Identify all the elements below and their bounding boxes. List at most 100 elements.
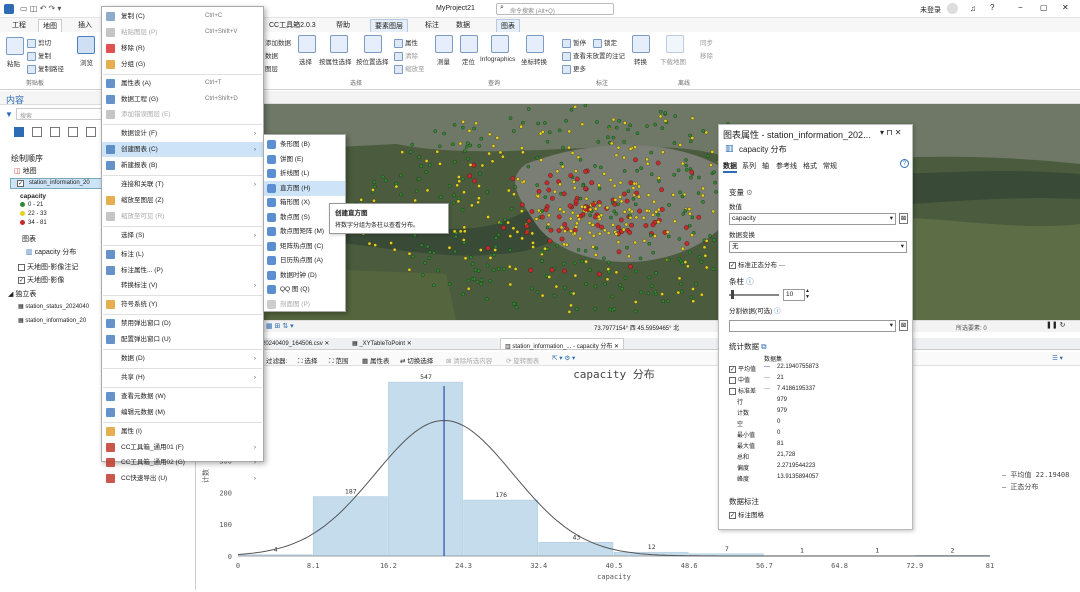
- offline-download-button[interactable]: 下载地图: [660, 56, 686, 66]
- list-by-source-icon[interactable]: [32, 127, 42, 137]
- attributes-button[interactable]: 属性: [394, 37, 418, 48]
- props-tab[interactable]: 参考线: [776, 161, 797, 171]
- clear-selection-button[interactable]: ⊠ 清除所选内容: [446, 355, 492, 365]
- context-menu-item[interactable]: 符号系统 (Y): [102, 297, 263, 312]
- tab-cc-toolbox[interactable]: CC工具箱2.0.3: [265, 19, 320, 31]
- props-tab[interactable]: 轴: [762, 161, 769, 171]
- view-tab-csv[interactable]: 20240409_164506.csv ✕: [262, 340, 329, 347]
- bins-stepper[interactable]: ▲▼: [805, 288, 810, 300]
- map-node[interactable]: ◫ 地图: [14, 166, 37, 176]
- data-button[interactable]: 数据: [265, 50, 278, 60]
- tab-labeling[interactable]: 标注: [421, 19, 443, 31]
- chart-menu-icon[interactable]: ☰ ▾: [1052, 354, 1063, 362]
- paste-button[interactable]: 粘贴: [7, 58, 20, 68]
- props-tab[interactable]: 数据: [723, 161, 737, 173]
- context-menu-item[interactable]: 转换标注 (V)›: [102, 278, 263, 293]
- bins-slider-handle[interactable]: [731, 290, 734, 299]
- context-menu-item[interactable]: 缩放至可见 (R): [102, 209, 263, 224]
- context-menu-item[interactable]: 共享 (H)›: [102, 370, 263, 385]
- infographics-button[interactable]: Infographics: [480, 56, 515, 63]
- avatar[interactable]: [947, 3, 958, 14]
- tab-insert[interactable]: 插入: [74, 19, 96, 31]
- list-by-editing-icon[interactable]: [68, 127, 78, 137]
- layer1-checkbox[interactable]: ✓: [17, 180, 24, 187]
- layer-button[interactable]: 图层: [265, 63, 278, 73]
- maximize-icon[interactable]: ▢: [1040, 3, 1048, 12]
- context-menu-item[interactable]: 数据 (D)›: [102, 351, 263, 366]
- chart-type-item[interactable]: 数据时钟 (D): [264, 268, 345, 283]
- select-button[interactable]: 选择: [299, 56, 312, 66]
- notification-icon[interactable]: ♫: [970, 4, 976, 13]
- view-unplaced-button[interactable]: 查看未放置的注记: [562, 50, 625, 61]
- table-station-status[interactable]: ▦ station_status_2024040: [18, 303, 89, 310]
- tab-chart[interactable]: 图表: [496, 19, 520, 33]
- list-by-snapping-icon[interactable]: [86, 127, 96, 137]
- bins-slider[interactable]: [729, 294, 779, 296]
- tab-project[interactable]: 工程: [8, 19, 30, 31]
- context-menu-item[interactable]: 选择 (S)›: [102, 228, 263, 243]
- context-menu-item[interactable]: 属性表 (A)Ctrl+T: [102, 76, 263, 91]
- paste-icon[interactable]: [6, 37, 24, 55]
- add-data-button[interactable]: 添加数据: [265, 37, 291, 47]
- locate-button[interactable]: 定位: [462, 56, 475, 66]
- context-menu-item[interactable]: 标注属性... (P): [102, 263, 263, 278]
- remove-offline-button[interactable]: 移除: [700, 50, 713, 60]
- context-menu-item[interactable]: 配置弹出窗口 (U): [102, 332, 263, 347]
- select-by-location-button[interactable]: 按位置选择: [356, 56, 389, 66]
- mean-row[interactable]: ✓平均值: [729, 364, 756, 373]
- convert-icon[interactable]: [632, 35, 650, 53]
- props-tab[interactable]: 系列: [742, 161, 756, 171]
- context-menu-item[interactable]: 数据工程 (G)Ctrl+Shift+D: [102, 92, 263, 107]
- filter-extent-button[interactable]: ⛶ 范围: [329, 355, 348, 366]
- context-menu-item[interactable]: 查看元数据 (W): [102, 389, 263, 404]
- std-row[interactable]: 标准差: [729, 386, 756, 395]
- tab-map[interactable]: 地图: [38, 19, 62, 32]
- measure-icon[interactable]: [435, 35, 453, 53]
- convert-button[interactable]: 转换: [634, 56, 647, 66]
- chart-tools-icon[interactable]: ⇱ ▾ ⚙ ▾: [552, 354, 575, 362]
- props-tab[interactable]: 常规: [823, 161, 837, 171]
- tab-help[interactable]: 帮助: [332, 19, 354, 31]
- split-select[interactable]: ▾: [729, 320, 896, 332]
- chart-type-item[interactable]: 折线图 (L): [264, 166, 345, 181]
- context-menu-item[interactable]: 禁用弹出窗口 (D): [102, 316, 263, 331]
- context-menu-item[interactable]: 缩放至图层 (Z): [102, 193, 263, 208]
- close-icon[interactable]: ✕: [1062, 3, 1069, 12]
- context-menu-item[interactable]: 创建图表 (C)›: [102, 142, 263, 157]
- filter-icon[interactable]: ▼: [5, 110, 13, 119]
- zoom-to-selection-button[interactable]: 缩放至: [394, 63, 425, 74]
- pause-button[interactable]: 暂停: [562, 37, 586, 48]
- select-by-attributes-button[interactable]: 按属性选择: [319, 56, 352, 66]
- context-menu-item[interactable]: 新建报表 (B): [102, 158, 263, 173]
- copy-path-button[interactable]: 复制路径: [27, 63, 64, 74]
- explore-button[interactable]: 浏览: [80, 57, 93, 67]
- context-menu-item[interactable]: 粘贴图层 (P)Ctrl+Shift+V: [102, 25, 263, 40]
- tab-data[interactable]: 数据: [452, 19, 474, 31]
- context-menu-item[interactable]: 属性 (I): [102, 424, 263, 439]
- command-search[interactable]: ⌕ 命令搜索 (Alt+Q): [496, 3, 614, 15]
- chart-type-item[interactable]: QQ 图 (Q): [264, 282, 345, 297]
- context-menu-item[interactable]: CC工具箱_通用02 (G)›: [102, 455, 263, 470]
- clear-number-button[interactable]: ⊠: [899, 213, 908, 224]
- chart-type-item[interactable]: 剖面图 (P): [264, 297, 345, 312]
- context-menu-item[interactable]: 复制 (C)Ctrl+C: [102, 9, 263, 24]
- median-row[interactable]: 中值: [729, 375, 750, 384]
- layer-tianditu-annotation[interactable]: 天地图-影像注记: [18, 262, 78, 272]
- table-station-information[interactable]: ▦ station_information_20: [18, 317, 86, 324]
- tab-feature-layer[interactable]: 要素图层: [370, 19, 408, 33]
- layer2-checkbox[interactable]: [18, 264, 25, 271]
- locate-icon[interactable]: [460, 35, 478, 53]
- chart-type-item[interactable]: 条形图 (B): [264, 137, 345, 152]
- switch-selection-button[interactable]: ⇄ 切换选择: [400, 355, 433, 365]
- more-button[interactable]: 更多: [562, 63, 586, 74]
- rotate-chart-button[interactable]: ⟳ 旋转图表: [506, 355, 539, 365]
- label-bins-checkbox[interactable]: ✓标注图格: [729, 509, 764, 519]
- explore-icon[interactable]: [77, 36, 95, 54]
- pause-draw-icon[interactable]: ❚❚ ↻: [1046, 321, 1066, 329]
- select-by-attr-icon[interactable]: [330, 35, 348, 53]
- copy-button[interactable]: 复制: [27, 50, 51, 61]
- chart-type-item[interactable]: 饼图 (E): [264, 152, 345, 167]
- scale-tools[interactable]: ▦ ⊞ ⇅ ▾: [266, 322, 294, 330]
- transform-select[interactable]: 无▾: [729, 241, 907, 253]
- context-menu-item[interactable]: 连接和关联 (T)›: [102, 177, 263, 192]
